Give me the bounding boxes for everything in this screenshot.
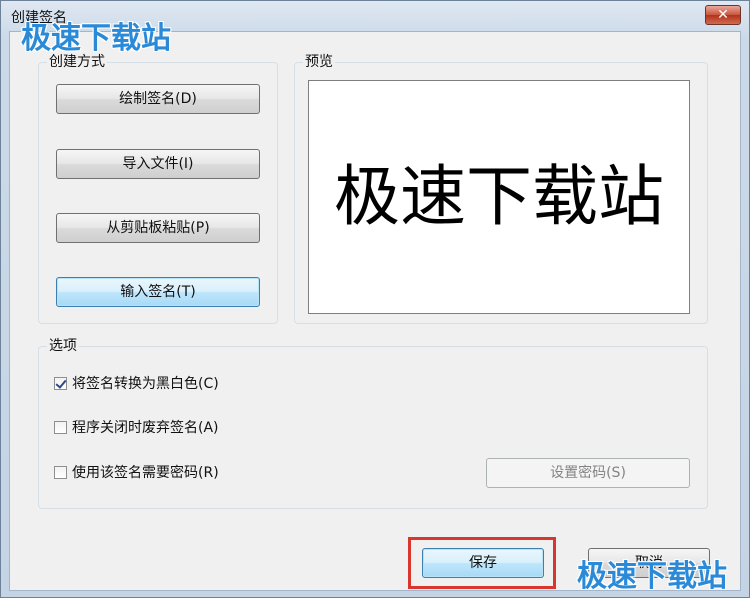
preview-label: 预览 xyxy=(303,53,335,71)
watermark-top-left: 极速下载站 xyxy=(21,21,171,56)
watermark-bottom-right: 极速下载站 xyxy=(577,559,727,594)
dialog-window: 创建签名 ✕ 创建方式 绘制签名(D) 导入文件(I) 从剪贴板粘贴(P) 输入… xyxy=(0,0,750,598)
dialog-client-area: 创建方式 绘制签名(D) 导入文件(I) 从剪贴板粘贴(P) 输入签名(T) 预… xyxy=(9,31,741,591)
options-label: 选项 xyxy=(47,337,79,355)
discard-on-close-checkbox[interactable] xyxy=(54,420,67,434)
preview-signature-text: 极速下载站 xyxy=(334,158,664,235)
discard-on-close-option[interactable]: 程序关闭时废弃签名(A) xyxy=(54,417,219,437)
type-signature-button[interactable]: 输入签名(T) xyxy=(56,277,260,307)
signature-preview: 极速下载站 xyxy=(308,80,690,314)
discard-on-close-label: 程序关闭时废弃签名(A) xyxy=(72,420,219,436)
convert-bw-checkbox[interactable] xyxy=(54,376,67,390)
import-file-button[interactable]: 导入文件(I) xyxy=(56,149,260,179)
paste-from-clipboard-button[interactable]: 从剪贴板粘贴(P) xyxy=(56,213,260,243)
convert-bw-option[interactable]: 将签名转换为黑白色(C) xyxy=(54,373,219,393)
save-button-highlight xyxy=(408,537,556,589)
convert-bw-label: 将签名转换为黑白色(C) xyxy=(72,376,219,392)
require-password-checkbox[interactable] xyxy=(54,465,67,479)
close-button[interactable]: ✕ xyxy=(705,5,741,25)
set-password-button[interactable]: 设置密码(S) xyxy=(486,458,690,488)
require-password-label: 使用该签名需要密码(R) xyxy=(72,465,219,481)
require-password-option[interactable]: 使用该签名需要密码(R) xyxy=(54,462,219,482)
draw-signature-button[interactable]: 绘制签名(D) xyxy=(56,84,260,114)
